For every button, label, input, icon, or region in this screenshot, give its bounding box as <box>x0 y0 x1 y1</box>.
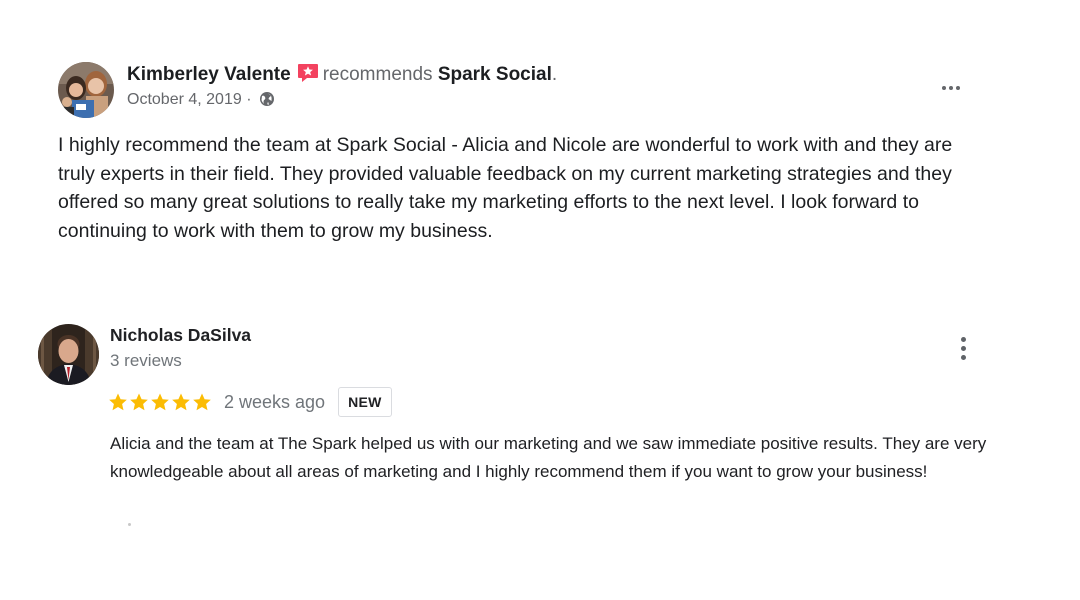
review-header: Kimberley Valente recommends Spark Socia… <box>127 62 557 109</box>
more-dot <box>960 345 966 351</box>
star-icon <box>151 393 169 411</box>
review-date[interactable]: October 4, 2019 · <box>127 91 252 108</box>
star-icon <box>193 393 211 411</box>
new-badge: NEW <box>338 387 392 417</box>
star-rating <box>108 392 212 412</box>
page-name-link[interactable]: Spark Social <box>438 64 552 85</box>
more-dot <box>956 86 960 90</box>
star-icon <box>109 393 127 411</box>
review-text: I highly recommend the team at Spark Soc… <box>58 134 953 242</box>
more-dot <box>942 86 946 90</box>
rating-row: 2 weeks ago NEW <box>108 386 392 418</box>
avatar[interactable] <box>58 62 114 118</box>
more-dot <box>949 86 953 90</box>
more-dot <box>960 336 966 342</box>
more-options-button[interactable] <box>935 78 967 98</box>
sentence-period: . <box>551 64 558 85</box>
star-icon <box>172 393 190 411</box>
reviewer-name[interactable]: Nicholas DaSilva <box>110 325 251 346</box>
more-options-button[interactable] <box>952 332 974 364</box>
globe-icon <box>259 91 275 107</box>
review-time: 2 weeks ago <box>224 391 326 412</box>
reviewer-name[interactable]: Kimberley Valente <box>127 64 291 85</box>
recommend-star-icon <box>297 63 319 83</box>
action-text: recommends <box>322 64 433 85</box>
avatar[interactable] <box>38 324 99 385</box>
more-dot <box>960 354 966 360</box>
review-count[interactable]: 3 reviews <box>110 351 182 371</box>
review-text: Alicia and the team at The Spark helped … <box>110 434 987 481</box>
faint-mark <box>128 523 131 526</box>
star-icon <box>130 393 148 411</box>
